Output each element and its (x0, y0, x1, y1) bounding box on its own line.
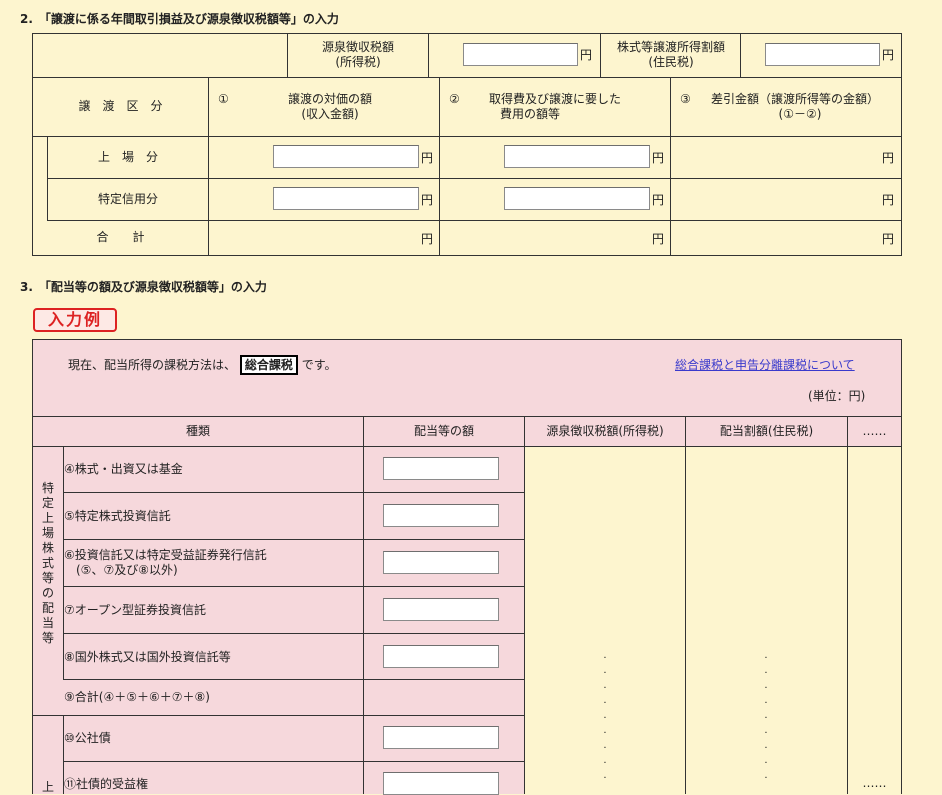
dividend-amount-input[interactable] (383, 598, 499, 621)
taxation-method-value: 総合課税 (239, 355, 298, 375)
yen-unit: 円 (421, 151, 434, 165)
col2-header: 取得費及び譲渡に要した (488, 92, 621, 106)
dividend-amount-input[interactable] (383, 551, 499, 574)
row-label: ⑪社債的受益権 (64, 777, 149, 791)
col1-number: ① (218, 92, 229, 106)
dividend-amount-input[interactable] (383, 457, 499, 480)
yen-unit: 円 (882, 193, 895, 207)
col-more-header: …… (862, 424, 887, 438)
col-type-header: 種類 (185, 424, 210, 438)
group-listed-stock-label: 特定上場株式等の配当等 (41, 481, 54, 645)
row-label: ⑩公社債 (64, 731, 111, 745)
row-special-credit-label: 特定信用分 (97, 192, 158, 206)
yen-unit: 円 (421, 232, 434, 246)
row-sublabel: (⑤、⑦及び⑧以外) (76, 563, 178, 577)
transfer-category-header: 譲 渡 区 分 (78, 99, 163, 113)
row-listed-label: 上 場 分 (97, 150, 158, 164)
row-label: ⑨合計(④＋⑤＋⑥＋⑦＋⑧) (64, 690, 210, 704)
yen-unit: 円 (882, 48, 895, 62)
yen-unit: 円 (652, 151, 665, 165)
special-cost-input[interactable] (504, 187, 650, 210)
withholding-tax-input[interactable] (463, 43, 578, 66)
listed-proceeds-input[interactable] (273, 145, 419, 168)
yen-unit: 円 (652, 232, 665, 246)
group2-label: 上 (41, 780, 54, 794)
col-withholding-header: 源泉徴収税額(所得税) (546, 424, 664, 438)
yen-unit: 円 (421, 193, 434, 207)
yen-unit: 円 (882, 232, 895, 246)
col3-header: 差引金額（譲渡所得等の金額） (710, 92, 879, 106)
local-tax-input[interactable] (765, 43, 880, 66)
taxation-method-text: 現在、配当所得の課税方法は、 総合課税 です。 (68, 355, 337, 375)
row-label: ⑦オープン型証券投資信託 (64, 603, 207, 617)
continuation-dots: · · · · · · · · · (603, 653, 607, 784)
withholding-tax-sub: (所得税) (335, 55, 381, 69)
dividend-amount-input[interactable] (383, 645, 499, 668)
row-total-label: 合 計 (96, 230, 145, 244)
withholding-tax-label: 源泉徴収税額 (321, 40, 394, 54)
row-label: ⑧国外株式又は国外投資信託等 (64, 650, 231, 664)
row-label: ④株式・出資又は基金 (64, 462, 183, 476)
row-label: ⑥投資信託又は特定受益証券発行信託 (64, 548, 267, 562)
more-columns-bottom: …… (862, 776, 887, 790)
col1-subheader: (収入金額) (301, 107, 359, 121)
dividend-amount-input[interactable] (383, 726, 499, 749)
row-label: ⑤特定株式投資信託 (64, 509, 171, 523)
section3-title: 3. 「配当等の額及び源泉徴収税額等」の入力 (20, 280, 267, 294)
dividend-amount-input[interactable] (383, 772, 499, 795)
special-proceeds-input[interactable] (273, 187, 419, 210)
listed-cost-input[interactable] (504, 145, 650, 168)
col-local-header: 配当割額(住民税) (719, 424, 814, 438)
dividend-amount-input[interactable] (383, 504, 499, 527)
yen-unit: 円 (580, 48, 593, 62)
local-tax-label: 株式等譲渡所得割額 (616, 40, 725, 54)
col2-subheader: 費用の額等 (499, 107, 560, 121)
yen-unit: 円 (882, 151, 895, 165)
section2-title: 2. 「譲渡に係る年間取引損益及び源泉徴収税額等」の入力 (20, 12, 339, 26)
input-example-badge: 入力例 (33, 308, 117, 332)
unit-label: (単位：円) (808, 389, 866, 403)
local-tax-sub: (住民税) (648, 55, 694, 69)
col3-number: ③ (680, 92, 691, 106)
continuation-dots: · · · · · · · · · (764, 653, 768, 784)
col3-subheader: (①－②) (778, 107, 822, 121)
col1-header: 譲渡の対価の額 (287, 92, 372, 106)
col-amount-header: 配当等の額 (413, 424, 474, 438)
col2-number: ② (449, 92, 460, 106)
yen-unit: 円 (652, 193, 665, 207)
taxation-method-link[interactable]: 総合課税と申告分離課税について (675, 356, 855, 373)
